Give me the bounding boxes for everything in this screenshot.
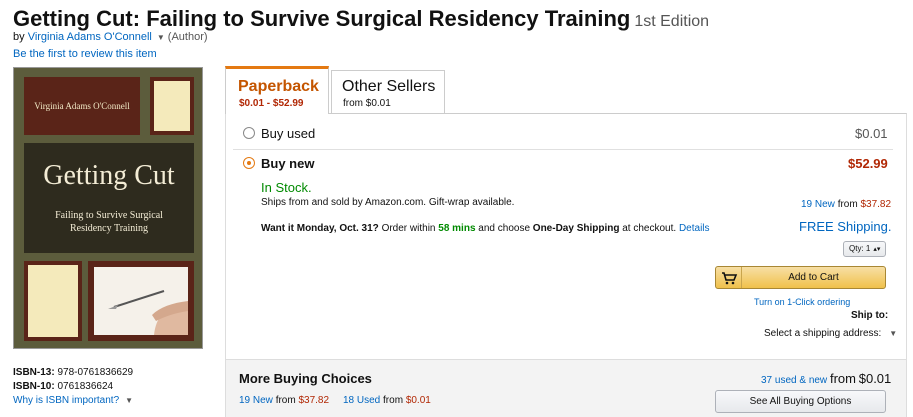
cover-author-panel: Virginia Adams O'Connell bbox=[24, 77, 140, 135]
used-new-link[interactable]: 37 used & new bbox=[761, 375, 827, 386]
and-choose-text: and choose bbox=[478, 223, 531, 234]
delivery-date: Want it Monday, Oct. 31? bbox=[261, 223, 379, 234]
buy-used-price: $0.01 bbox=[855, 126, 888, 141]
review-link[interactable]: Be the first to review this item bbox=[13, 48, 157, 60]
divider bbox=[233, 149, 893, 150]
buy-new-label[interactable]: Buy new bbox=[261, 156, 314, 171]
author-link[interactable]: Virginia Adams O'Connell bbox=[28, 31, 152, 43]
qty-value: 1 bbox=[865, 244, 871, 253]
product-title: Getting Cut: Failing to Survive Surgical… bbox=[13, 6, 709, 32]
cover-title-text: Getting Cut bbox=[43, 160, 175, 191]
byline: by Virginia Adams O'Connell ▼ (Author) bbox=[13, 31, 208, 43]
tab-paperback-label[interactable]: Paperback bbox=[238, 78, 319, 96]
cover-decor-square-inner bbox=[154, 81, 190, 131]
stepper-arrows-icon: ▴▾ bbox=[873, 246, 881, 253]
from-word: from bbox=[837, 199, 858, 210]
by-prefix: by bbox=[13, 31, 25, 43]
more-new-price: $37.82 bbox=[298, 395, 330, 406]
buy-new-radio[interactable] bbox=[243, 157, 255, 169]
more-new-offers: 19 New from $37.82 bbox=[239, 395, 329, 406]
at-checkout-text: at checkout. bbox=[622, 223, 677, 234]
more-used-link[interactable]: 18 Used bbox=[343, 395, 380, 406]
isbn13-label: ISBN-13: bbox=[13, 367, 55, 378]
new-offers-summary: 19 New from $37.82 bbox=[801, 199, 891, 210]
from-word: from bbox=[383, 395, 404, 406]
cover-subtitle-line1: Failing to Survive Surgical bbox=[55, 210, 163, 221]
shipping-address-text[interactable]: Select a shipping address: bbox=[764, 328, 881, 339]
quantity-select[interactable]: Qty: 1 ▴▾ bbox=[843, 241, 886, 257]
see-all-buying-options-button[interactable]: See All Buying Options bbox=[715, 390, 886, 413]
more-buying-summary: 37 used & new from $0.01 bbox=[761, 371, 891, 386]
more-new-link[interactable]: 19 New bbox=[239, 395, 273, 406]
shipping-address-select[interactable]: Select a shipping address: ▼ bbox=[764, 328, 897, 339]
isbn13-value: 978-0761836629 bbox=[57, 367, 134, 378]
tab-paperback-price[interactable]: $0.01 - $52.99 bbox=[239, 98, 304, 109]
cover-decor-square-inner bbox=[28, 265, 78, 337]
edition-label: 1st Edition bbox=[634, 13, 710, 30]
stock-status: In Stock. bbox=[261, 180, 312, 195]
product-title-text: Getting Cut: Failing to Survive Surgical… bbox=[13, 6, 631, 31]
ships-from-text: Ships from and sold by Amazon.com. Gift-… bbox=[261, 197, 515, 208]
more-buying-title: More Buying Choices bbox=[239, 371, 372, 386]
isbn-why-row[interactable]: Why is ISBN important? ▼ bbox=[13, 395, 133, 406]
new-offers-link[interactable]: 19 New bbox=[801, 199, 835, 210]
cart-icon bbox=[716, 267, 742, 288]
shipping-option-text: One-Day Shipping bbox=[532, 223, 620, 234]
qty-label: Qty: bbox=[849, 244, 864, 253]
free-shipping-link[interactable]: FREE Shipping. bbox=[799, 219, 892, 234]
details-link[interactable]: Details bbox=[679, 223, 710, 234]
from-word: from bbox=[829, 371, 856, 386]
more-used-offers: 18 Used from $0.01 bbox=[343, 395, 431, 406]
buy-new-price: $52.99 bbox=[848, 156, 888, 171]
isbn10-value: 0761836624 bbox=[57, 381, 114, 392]
isbn13-row: ISBN-13: 978-0761836629 bbox=[13, 367, 133, 378]
cover-subtitle: Failing to Survive Surgical Residency Tr… bbox=[24, 209, 194, 235]
from-word: from bbox=[275, 395, 296, 406]
chevron-down-icon[interactable]: ▼ bbox=[157, 33, 165, 42]
isbn-why-link[interactable]: Why is ISBN important? bbox=[13, 395, 119, 406]
buy-used-label[interactable]: Buy used bbox=[261, 126, 315, 141]
order-within-text: Order within bbox=[381, 223, 436, 234]
tab-other-sellers-price[interactable]: from $0.01 bbox=[343, 98, 391, 109]
ship-to-label: Ship to: bbox=[851, 310, 889, 321]
cover-author-text: Virginia Adams O'Connell bbox=[34, 101, 130, 111]
author-role: (Author) bbox=[167, 31, 208, 43]
countdown-time: 58 mins bbox=[438, 223, 476, 234]
chevron-down-icon[interactable]: ▼ bbox=[889, 329, 897, 338]
new-offers-price: $37.82 bbox=[860, 199, 892, 210]
summary-price: $0.01 bbox=[858, 371, 892, 386]
cover-subtitle-line2: Residency Training bbox=[69, 223, 149, 234]
chevron-down-icon[interactable]: ▼ bbox=[125, 396, 133, 405]
buy-used-radio[interactable] bbox=[243, 127, 255, 139]
one-click-link[interactable]: Turn on 1-Click ordering bbox=[754, 297, 850, 307]
tab-other-sellers-label[interactable]: Other Sellers bbox=[342, 78, 435, 96]
add-to-cart-label[interactable]: Add to Cart bbox=[742, 272, 885, 283]
isbn10-row: ISBN-10: 0761836624 bbox=[13, 381, 113, 392]
more-used-price: $0.01 bbox=[405, 395, 431, 406]
book-cover-image[interactable]: Virginia Adams O'Connell Getting Cut Fai… bbox=[13, 67, 203, 349]
delivery-message: Want it Monday, Oct. 31? Order within 58… bbox=[261, 223, 710, 234]
isbn10-label: ISBN-10: bbox=[13, 381, 55, 392]
cover-photo-scalpel-hand bbox=[94, 267, 188, 335]
add-to-cart-button[interactable]: Add to Cart bbox=[715, 266, 886, 289]
